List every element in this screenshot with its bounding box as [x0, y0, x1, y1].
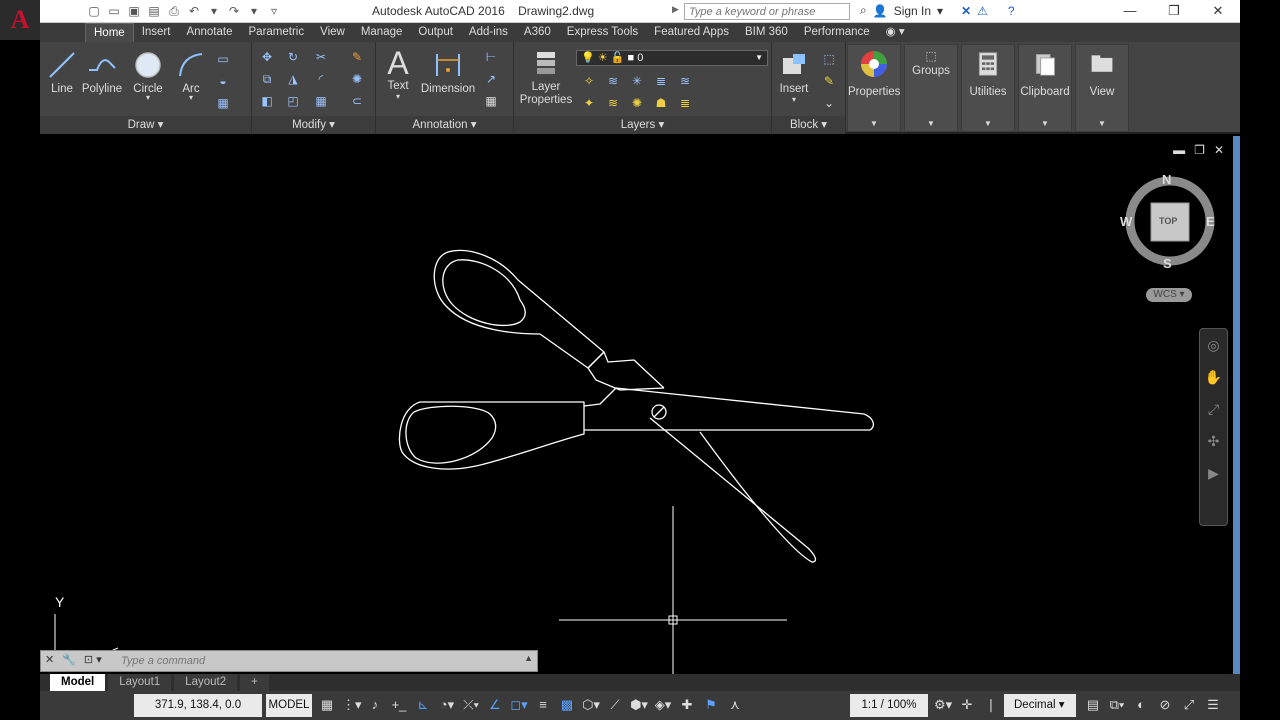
units-label: Decimal	[1014, 699, 1056, 711]
compass-south-label[interactable]: S	[1163, 256, 1172, 271]
autocad-logo-icon: A	[10, 5, 30, 34]
zoom-extents-icon[interactable]: ⤢	[1200, 393, 1227, 425]
orbit-icon[interactable]: ✣	[1200, 425, 1227, 457]
autocad-window: A ▢ ▭ ▣ ▤ ⎙ ↶ ▾ ↷ ▾ ▿ Autodesk AutoCAD 2…	[0, 0, 1280, 720]
workspace-switching-icon[interactable]: ⚙▾	[934, 696, 952, 714]
lineweight-icon[interactable]: ≡	[534, 696, 552, 714]
3d-osnap-icon[interactable]: ⟋	[606, 696, 624, 714]
object-snap-icon[interactable]: ◻▾	[510, 696, 528, 714]
customize-icon[interactable]: 🔧	[62, 653, 76, 666]
upper-handle-outline	[433, 249, 605, 369]
pivot-join	[587, 367, 665, 391]
upper-neck	[587, 351, 665, 389]
coordinate-display[interactable]: 371.9, 138.4, 0.0	[134, 694, 262, 717]
gizmo-icon[interactable]: ✚	[678, 696, 696, 714]
annotation-visibility-icon[interactable]: ⚑	[702, 696, 720, 714]
compass-west-label[interactable]: W	[1120, 214, 1132, 229]
lower-handle-outline	[398, 401, 585, 470]
tab-layout2[interactable]: Layout2	[174, 674, 238, 691]
polar-tracking-icon[interactable]: ◔▾	[438, 696, 456, 714]
navigation-bar: ◎ ✋ ⤢ ✣ ▶	[1199, 328, 1228, 526]
isolate-objects-icon[interactable]: ◐	[1132, 696, 1150, 714]
dynamic-input-icon[interactable]: +_	[390, 696, 408, 714]
ucs-y-label: Y	[55, 594, 65, 610]
graphics-performance-icon[interactable]: ⊘	[1156, 696, 1174, 714]
upper-blade	[583, 387, 875, 431]
customization-icon[interactable]: ☰	[1204, 696, 1222, 714]
status-bar: 371.9, 138.4, 0.0 MODEL ▦ ⋮▾ ♪ +_ ⊾ ◔▾ ⤫…	[40, 691, 1240, 720]
ortho-icon[interactable]: ⊾	[414, 696, 432, 714]
quick-properties-icon[interactable]: ▤	[1084, 696, 1102, 714]
steering-wheel-icon[interactable]: ◎	[1200, 329, 1227, 361]
annotation-monitor-icon[interactable]: ✛	[958, 696, 976, 714]
dynamic-ucs-icon[interactable]: ⬢▾	[630, 696, 648, 714]
object-snap-tracking-icon[interactable]: ∠	[486, 696, 504, 714]
lower-blade	[649, 417, 817, 563]
pivot-screw-slot	[653, 406, 665, 418]
command-history-icon[interactable]: ▲	[524, 653, 533, 663]
command-line-buttons: ✕ 🔧 ⊡ ▾	[45, 653, 102, 666]
auto-scale-icon[interactable]: ⋏	[726, 696, 744, 714]
viewcube-face-label: TOP	[1159, 216, 1178, 226]
pan-icon[interactable]: ✋	[1200, 361, 1227, 393]
drafting-toggles: ▦ ⋮▾ ♪ +_ ⊾ ◔▾ ⤫▾ ∠ ◻▾ ≡ ▩ ⬡▾ ⟋ ⬢▾ ◈▾ ✚ …	[318, 696, 744, 714]
canvas-edge-bar	[1233, 136, 1240, 674]
isodraft-icon[interactable]: ⤫▾	[462, 696, 480, 714]
command-input[interactable]	[121, 653, 521, 669]
snap-icon[interactable]: ⋮▾	[342, 696, 362, 714]
recent-commands-icon[interactable]: ⊡ ▾	[84, 653, 102, 666]
infer-constraints-icon[interactable]: ♪	[366, 696, 384, 714]
ucs-icon	[54, 614, 119, 655]
selection-filter-icon[interactable]: ◈▾	[654, 696, 672, 714]
transparency-icon[interactable]: ▩	[558, 696, 576, 714]
layout-tab-bar: Model Layout1 Layout2 +	[40, 674, 1240, 691]
display-toggles: ▤ ⧉▾ ◐ ⊘ ⤢ ☰	[1084, 696, 1222, 714]
wcs-label: WCS	[1153, 289, 1177, 300]
application-menu-button[interactable]: A	[0, 0, 40, 40]
command-line: ✕ 🔧 ⊡ ▾ ▲	[40, 650, 538, 672]
compass-north-label[interactable]: N	[1162, 172, 1171, 187]
close-command-line-icon[interactable]: ✕	[45, 653, 54, 666]
annotation-scale[interactable]: 1:1 / 100%	[850, 694, 928, 717]
selection-cycling-icon[interactable]: ⬡▾	[582, 696, 600, 714]
units-selector[interactable]: Decimal ▾	[1004, 694, 1076, 717]
lock-ui-icon[interactable]: ⧉▾	[1108, 696, 1126, 714]
units-divider-icon: ❘	[985, 697, 997, 712]
showmotion-icon[interactable]: ▶	[1200, 457, 1227, 489]
upper-handle-hole	[442, 259, 526, 326]
wcs-menu[interactable]: WCS ▾	[1146, 288, 1192, 302]
tab-layout1[interactable]: Layout1	[108, 674, 172, 691]
add-layout-icon[interactable]: +	[240, 674, 269, 691]
scissors-drawing	[54, 249, 875, 674]
crosshair-cursor	[559, 506, 787, 674]
compass-east-label[interactable]: E	[1206, 214, 1215, 229]
lower-handle-hole	[405, 405, 497, 464]
grid-icon[interactable]: ▦	[318, 696, 336, 714]
clean-screen-icon[interactable]: ⤢	[1180, 696, 1198, 714]
tab-model[interactable]: Model	[50, 674, 106, 691]
model-space-button[interactable]: MODEL	[266, 694, 312, 717]
workspace-toggles: ⚙▾ ✛ ❘	[934, 696, 1000, 714]
